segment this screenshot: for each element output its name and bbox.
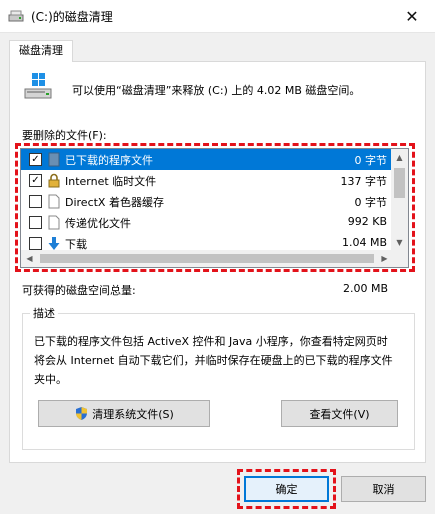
window-title: (C:)的磁盘清理 — [31, 10, 113, 24]
list-item[interactable]: DirectX 着色器缓存 0 字节 — [21, 191, 393, 212]
file-size: 1.04 MB — [341, 236, 387, 249]
horizontal-scrollbar[interactable]: ◀ ▶ — [21, 250, 393, 267]
file-name: 传递优化文件 — [65, 217, 131, 230]
cleanup-system-files-label: 清理系统文件(S) — [92, 407, 174, 421]
list-item[interactable]: ✓ 已下载的程序文件 0 字节 — [21, 149, 393, 170]
file-size: 0 字节 — [354, 154, 388, 167]
scroll-up-icon[interactable]: ▲ — [391, 149, 408, 166]
uac-shield-icon — [76, 407, 88, 420]
file-checkbox[interactable]: ✓ — [29, 174, 42, 187]
file-icon — [48, 194, 60, 209]
scroll-down-icon[interactable]: ▼ — [391, 234, 408, 251]
file-checkbox[interactable]: ✓ — [29, 153, 42, 166]
cancel-label: 取消 — [372, 483, 395, 496]
cleanup-system-files-button[interactable]: 清理系统文件(S) — [38, 400, 210, 427]
file-checkbox[interactable] — [29, 216, 42, 229]
ok-button[interactable]: 确定 — [244, 476, 329, 502]
total-space-value: 2.00 MB — [343, 282, 389, 295]
file-name: DirectX 着色器缓存 — [65, 196, 164, 209]
file-name: Internet 临时文件 — [65, 175, 157, 188]
download-icon — [48, 237, 60, 250]
total-space-label: 可获得的磁盘空间总量: — [22, 284, 136, 297]
file-size: 992 KB — [347, 215, 387, 228]
file-checkbox[interactable] — [29, 237, 42, 250]
disk-cleanup-icon — [8, 10, 24, 22]
files-listbox[interactable]: ✓ 已下载的程序文件 0 字节 ✓ Internet 临时文件 137 字节 D… — [20, 148, 409, 268]
list-item[interactable]: 传递优化文件 992 KB — [21, 212, 393, 233]
file-icon — [48, 215, 60, 230]
cancel-button[interactable]: 取消 — [341, 476, 426, 502]
horizontal-scroll-thumb[interactable] — [40, 254, 374, 263]
view-files-button[interactable]: 查看文件(V) — [281, 400, 398, 427]
file-size: 0 字节 — [354, 196, 388, 209]
list-item[interactable]: ✓ Internet 临时文件 137 字节 — [21, 170, 393, 191]
lock-icon — [48, 173, 60, 188]
folder-icon — [48, 152, 60, 167]
file-size: 137 字节 — [340, 175, 388, 188]
close-button[interactable]: ✕ — [389, 0, 435, 32]
files-to-delete-label: 要删除的文件(F): — [22, 129, 107, 142]
title-bar: (C:)的磁盘清理 ✕ — [0, 0, 435, 32]
ok-label: 确定 — [275, 483, 298, 496]
close-icon: ✕ — [405, 6, 419, 26]
vertical-scroll-thumb[interactable] — [394, 168, 405, 198]
scroll-left-icon[interactable]: ◀ — [21, 250, 38, 267]
drive-icon — [24, 73, 52, 99]
file-checkbox[interactable] — [29, 195, 42, 208]
description-title: 描述 — [30, 305, 58, 321]
tab-disk-cleanup[interactable]: 磁盘清理 — [9, 40, 73, 62]
view-files-label: 查看文件(V) — [309, 407, 370, 421]
file-name: 已下载的程序文件 — [65, 154, 153, 167]
scrollbar-corner — [391, 250, 408, 267]
vertical-scrollbar[interactable]: ▲ ▼ — [391, 149, 408, 251]
description-text: 已下载的程序文件包括 ActiveX 控件和 Java 小程序，你查看特定网页时… — [34, 335, 393, 386]
free-space-summary: 可以使用“磁盘清理”来释放 (C:) 上的 4.02 MB 磁盘空间。 — [72, 84, 361, 97]
